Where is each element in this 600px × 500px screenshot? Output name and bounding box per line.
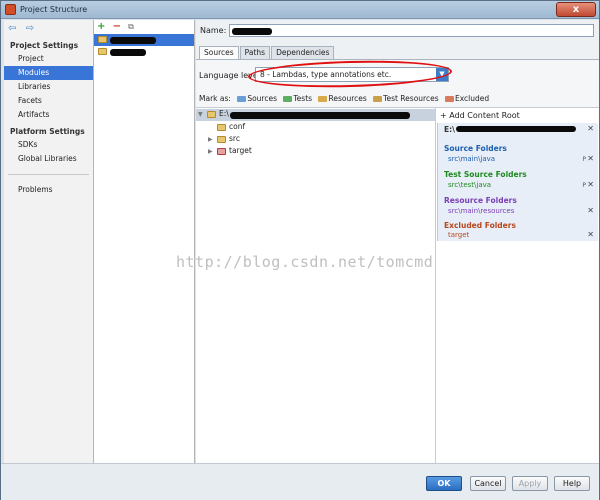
remove-resource-folder-icon[interactable]: ✕ <box>587 206 594 215</box>
app-icon <box>5 4 16 15</box>
tests-folder-icon <box>283 96 293 102</box>
source-folder-path: src\main\java <box>448 155 496 163</box>
module-name-input[interactable] <box>229 24 594 37</box>
mark-as-row: Mark as: Sources Tests Resources Test Re… <box>199 94 594 103</box>
sidebar-item-problems[interactable]: Problems <box>4 183 93 197</box>
tab-sources[interactable]: Sources <box>199 46 239 59</box>
excluded-folder-path: target <box>448 231 470 239</box>
sidebar-item-global-libraries[interactable]: Global Libraries <box>4 152 93 166</box>
remove-source-folder-icon[interactable]: ✕ <box>587 154 594 163</box>
content-root-path: E:\ <box>444 125 455 134</box>
module-folder-icon <box>98 36 107 43</box>
modules-toolbar: + − ⧉ <box>94 20 194 34</box>
back-arrow-icon[interactable]: ⇦ <box>8 23 16 34</box>
module-settings: Name: Sources Paths Dependencies Languag… <box>196 20 599 464</box>
tree-root-row[interactable]: ▼ E:\ <box>196 109 435 121</box>
project-settings-header: Project Settings <box>10 41 79 50</box>
mark-resources-button[interactable]: Resources <box>318 94 367 103</box>
module-folder-icon <box>98 48 107 55</box>
red-highlight-annotation <box>247 58 453 90</box>
sidebar-item-modules[interactable]: Modules <box>4 66 93 80</box>
dialog-button-bar: OK Cancel Apply Help <box>1 463 599 500</box>
module-tabs: Sources Paths Dependencies <box>199 46 335 59</box>
tab-paths[interactable]: Paths <box>239 46 271 59</box>
sidebar-divider <box>8 174 89 175</box>
add-module-icon[interactable]: + <box>97 21 105 32</box>
title-bar[interactable]: Project Structure x <box>1 1 599 19</box>
remove-test-folder-icon[interactable]: ✕ <box>587 180 594 189</box>
folder-icon <box>217 123 226 131</box>
project-structure-dialog: Project Structure x ⇦ ⇨ Project Settings… <box>0 0 600 500</box>
platform-settings-header: Platform Settings <box>10 127 85 136</box>
apply-button[interactable]: Apply <box>512 476 548 491</box>
folder-icon <box>217 135 226 143</box>
tree-row-src[interactable]: ▶ src <box>208 134 240 146</box>
remove-content-root-icon[interactable]: ✕ <box>587 124 594 133</box>
sidebar-item-sdks[interactable]: SDKs <box>4 138 93 152</box>
modules-panel: + − ⧉ <box>94 20 195 463</box>
tree-root-prefix: E:\ <box>219 109 229 118</box>
forward-arrow-icon[interactable]: ⇨ <box>26 23 34 34</box>
tree-row-conf[interactable]: conf <box>208 122 245 134</box>
redacted-module-name <box>110 37 156 44</box>
redacted-root-path <box>230 112 410 119</box>
ok-button[interactable]: OK <box>426 476 462 491</box>
module-row-selected[interactable] <box>94 34 194 46</box>
module-row[interactable] <box>94 46 194 58</box>
test-resources-folder-icon <box>373 96 383 102</box>
resource-folders-title: Resource Folders <box>444 196 517 205</box>
mark-excluded-button[interactable]: Excluded <box>445 94 489 103</box>
test-source-folder-path: src\test\java <box>448 181 492 189</box>
watermark-text: http://blog.csdn.net/tomcmd <box>176 253 434 271</box>
redacted-name-value <box>232 28 272 35</box>
redacted-content-root <box>456 126 576 132</box>
folder-tree: ▼ E:\ conf ▶ src ▶ target <box>196 107 436 464</box>
folder-icon <box>207 110 216 118</box>
edit-properties-icon[interactable]: P <box>582 156 586 163</box>
expand-triangle-icon[interactable]: ▶ <box>208 148 217 155</box>
add-content-root-button[interactable]: + Add Content Root <box>440 111 520 120</box>
content-roots-panel: + Add Content Root E:\ ✕ Source Folders … <box>436 107 599 464</box>
tree-row-target[interactable]: ▶ target <box>208 146 252 158</box>
sources-folder-icon <box>237 96 247 102</box>
sidebar-item-artifacts[interactable]: Artifacts <box>4 108 93 122</box>
mark-as-label: Mark as: <box>199 94 231 103</box>
resource-folder-path: src\main\resources <box>448 207 515 215</box>
collapse-triangle-icon[interactable]: ▼ <box>198 111 207 118</box>
sidebar-item-facets[interactable]: Facets <box>4 94 93 108</box>
close-button[interactable]: x <box>556 2 596 17</box>
mark-sources-button[interactable]: Sources <box>237 94 277 103</box>
tab-dependencies[interactable]: Dependencies <box>271 46 335 59</box>
window-title: Project Structure <box>20 5 88 14</box>
content-root-card: E:\ ✕ Source Folders src\main\java P ✕ T… <box>437 123 598 241</box>
expand-triangle-icon[interactable]: ▶ <box>208 136 217 143</box>
excluded-folder-icon <box>445 96 455 102</box>
mark-tests-button[interactable]: Tests <box>283 94 312 103</box>
copy-module-icon[interactable]: ⧉ <box>128 22 134 31</box>
remove-module-icon[interactable]: − <box>113 21 121 32</box>
source-folders-title: Source Folders <box>444 144 507 153</box>
help-button[interactable]: Help <box>554 476 590 491</box>
excluded-folder-icon <box>217 147 226 155</box>
test-source-folders-title: Test Source Folders <box>444 170 527 179</box>
resources-folder-icon <box>318 96 328 102</box>
nav-arrows: ⇦ ⇨ <box>4 20 93 36</box>
mark-test-resources-button[interactable]: Test Resources <box>373 94 439 103</box>
settings-sidebar: ⇦ ⇨ Project Settings Project Modules Lib… <box>4 20 94 463</box>
redacted-module-name <box>110 49 146 56</box>
name-label: Name: <box>200 26 227 35</box>
cancel-button[interactable]: Cancel <box>470 476 506 491</box>
sidebar-item-project[interactable]: Project <box>4 52 93 66</box>
edit-properties-icon[interactable]: P <box>582 182 586 189</box>
excluded-folders-title: Excluded Folders <box>444 221 516 230</box>
remove-excluded-folder-icon[interactable]: ✕ <box>587 230 594 239</box>
sidebar-item-libraries[interactable]: Libraries <box>4 80 93 94</box>
